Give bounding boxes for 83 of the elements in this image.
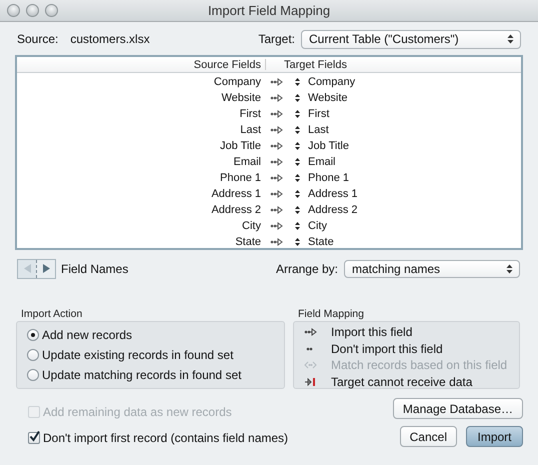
reorder-handle-icon — [294, 126, 300, 134]
radio-label[interactable]: Update matching records in found set — [42, 368, 242, 382]
radio-label[interactable]: Add new records — [42, 328, 132, 342]
target-field-cell-text: State — [307, 236, 334, 248]
stepper-icon — [507, 34, 514, 44]
source-field-cell-text: Company — [212, 76, 261, 88]
import-arrow-icon[interactable] — [270, 222, 282, 230]
legend-text: Import this field — [331, 325, 412, 340]
target-field-cell-text: Address 2 — [307, 204, 358, 216]
reorder-handle-icon — [294, 206, 300, 214]
group-title: Import Action — [20, 308, 84, 321]
target-field-cell-text: Website — [307, 92, 348, 104]
zoom-button[interactable] — [45, 4, 58, 17]
import-arrow-icon[interactable] — [270, 94, 282, 102]
import-arrow-icon[interactable] — [270, 158, 282, 166]
left-triangle-icon — [24, 264, 30, 273]
legend-text: Target cannot receive data — [331, 374, 472, 389]
reorder-handle-icon — [294, 94, 300, 102]
import-arrow-icon — [304, 328, 317, 336]
arrange-label: Arrange by: — [276, 262, 338, 276]
reorder-handle-icon — [294, 222, 300, 230]
push-button[interactable]: Cancel — [400, 426, 457, 447]
reorder-handle-icon — [294, 238, 300, 246]
match-arrows-icon — [304, 361, 317, 370]
legend-text: Match records based on this field — [331, 358, 508, 372]
window-title: Import Field Mapping — [208, 3, 330, 18]
radio-button[interactable] — [27, 369, 39, 381]
source-field-cell-text: Last — [239, 124, 261, 136]
checkbox[interactable] — [28, 432, 40, 444]
checkmark-icon — [29, 431, 40, 442]
source-field-cell-text: Website — [220, 92, 261, 104]
import-arrow-icon[interactable] — [270, 238, 282, 246]
target-field-cell-text: Address 1 — [307, 188, 358, 200]
import-arrow-icon[interactable] — [270, 174, 282, 182]
import-arrow-icon[interactable] — [270, 126, 282, 134]
next-record-button[interactable] — [36, 260, 55, 278]
target-field-cell-text: Phone 1 — [307, 172, 349, 184]
checkbox-label[interactable]: Don't import first record (contains field names) — [43, 431, 288, 445]
import-arrow-icon[interactable] — [270, 110, 282, 118]
arrange-dropdown[interactable]: matching names — [344, 260, 520, 278]
radio-button[interactable] — [27, 329, 39, 341]
source-field-cell-text: Address 1 — [210, 188, 261, 200]
target-field-cell-text: Job Title — [307, 140, 349, 152]
import-arrow-icon[interactable] — [270, 190, 282, 198]
radio-button[interactable] — [27, 349, 39, 361]
right-triangle-icon — [42, 264, 50, 273]
source-field-cell-text: State — [234, 236, 261, 248]
source-field-cell-text: First — [238, 108, 261, 120]
default-button[interactable]: Import — [466, 426, 523, 447]
source-field-cell-text: City — [241, 220, 261, 232]
stepper-icon — [506, 264, 513, 274]
reorder-handle-icon — [294, 110, 300, 118]
reorder-handle-icon — [294, 190, 300, 198]
import-arrow-icon[interactable] — [270, 206, 282, 214]
target-field-cell-text: City — [307, 220, 327, 232]
target-field-cell-text: Last — [307, 124, 329, 136]
reorder-handle-icon — [294, 174, 300, 182]
source-field-cell-text: Phone 1 — [219, 172, 261, 184]
target-field-cell-text: First — [307, 108, 330, 120]
source-field-cell-text: Email — [232, 156, 261, 168]
legend-text: Don't import this field — [331, 342, 443, 356]
target-field-cell-text: Email — [307, 156, 336, 168]
radio-label[interactable]: Update existing records in found set — [42, 348, 234, 362]
record-label: Field Names — [61, 262, 128, 276]
target-dropdown[interactable]: Current Table ("Customers") — [301, 30, 521, 48]
reorder-handle-icon — [294, 142, 300, 150]
reorder-handle-icon — [294, 78, 300, 86]
column-header[interactable]: Target Fields — [284, 58, 347, 70]
source-file-name: customers.xlsx — [70, 32, 150, 46]
import-arrow-icon[interactable] — [270, 78, 282, 86]
reorder-handle-icon — [294, 158, 300, 166]
column-header[interactable]: Source Fields — [17, 58, 261, 70]
target-field-cell-text: Company — [307, 76, 356, 88]
source-field-cell-text: Address 2 — [210, 204, 261, 216]
blocked-arrow-icon — [304, 378, 317, 386]
target-label: Target: — [258, 32, 295, 46]
import-arrow-icon[interactable] — [270, 142, 282, 150]
group-title: Field Mapping — [297, 308, 365, 321]
push-button[interactable]: Manage Database… — [392, 398, 523, 419]
close-button[interactable] — [7, 4, 20, 17]
source-field-cell-text: Job Title — [219, 140, 261, 152]
source-label: Source: — [17, 32, 58, 46]
minimize-button[interactable] — [26, 4, 39, 17]
